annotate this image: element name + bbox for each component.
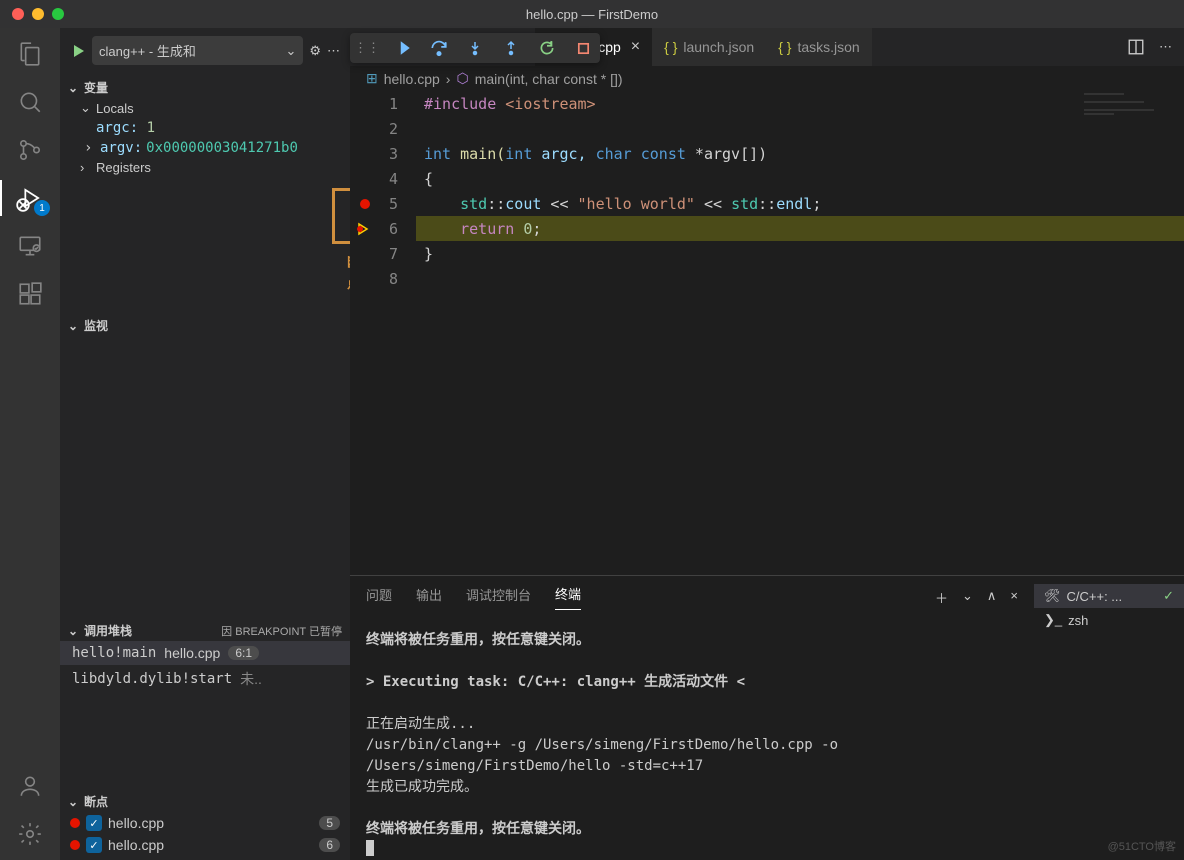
more-actions-icon[interactable]: ⋯ xyxy=(1159,39,1172,55)
titlebar: hello.cpp — FirstDemo xyxy=(0,0,1184,28)
bottom-panel: 问题 输出 调试控制台 终端 ＋ ⌄ ∧ × 终端将被任务重用，按任意键关闭。 … xyxy=(350,575,1184,860)
breakpoint-item-1[interactable]: ✓ hello.cpp 6 xyxy=(60,834,350,856)
account-icon[interactable] xyxy=(16,772,44,800)
window-title: hello.cpp — FirstDemo xyxy=(526,7,658,22)
terminal-item-0[interactable]: 🛠 C/C++: ... ✓ xyxy=(1034,584,1184,608)
cpp-file-icon: ⊞ xyxy=(366,70,378,87)
step-into-button[interactable] xyxy=(464,37,486,59)
restart-button[interactable] xyxy=(536,37,558,59)
breakpoint-marker[interactable] xyxy=(360,199,370,209)
explorer-icon[interactable] xyxy=(16,40,44,68)
terminal-item-1[interactable]: ❯_ zsh xyxy=(1034,608,1184,632)
tools-icon: 🛠 xyxy=(1044,588,1061,604)
panel-tab-problems[interactable]: 问题 xyxy=(366,585,392,610)
locals-scope[interactable]: ⌄Locals xyxy=(60,98,350,118)
window-maximize[interactable] xyxy=(52,8,64,20)
stack-frame-0[interactable]: hello!main hello.cpp 6:1 xyxy=(60,641,350,665)
editor-tabs: ⋮⋮ ⊞ hello.cpp × { } launch.json { } tas… xyxy=(350,28,1184,66)
step-over-button[interactable] xyxy=(428,37,450,59)
watermark: @51CTO博客 xyxy=(1108,838,1176,854)
breakpoint-item-0[interactable]: ✓ hello.cpp 5 xyxy=(60,812,350,834)
watch-section[interactable]: ⌄监视 xyxy=(60,315,350,336)
continue-button[interactable] xyxy=(392,37,414,59)
split-editor-icon[interactable] xyxy=(1127,38,1145,56)
new-terminal-button[interactable]: ＋ xyxy=(935,588,948,607)
debug-sidebar: clang++ - 生成和 ⌄ ⚙ ⋯ ⌄变量 ⌄Locals argc: 1 … xyxy=(60,28,350,860)
breakpoints-section[interactable]: ⌄断点 xyxy=(60,791,350,812)
panel-tab-debug-console[interactable]: 调试控制台 xyxy=(466,585,531,610)
settings-icon[interactable] xyxy=(16,820,44,848)
debug-config-select[interactable]: clang++ - 生成和 ⌄ xyxy=(92,36,303,65)
run-debug-icon[interactable]: 1 xyxy=(16,184,44,212)
search-icon[interactable] xyxy=(16,88,44,116)
close-panel-icon[interactable]: × xyxy=(1010,588,1018,607)
activity-bar: 1 xyxy=(0,28,60,860)
maximize-panel-icon[interactable]: ∧ xyxy=(987,588,997,607)
variable-argv[interactable]: ›argv: 0x00000003041271b0 xyxy=(60,138,350,158)
execution-pointer-icon xyxy=(356,221,372,237)
terminal-cursor xyxy=(366,840,374,856)
gear-icon[interactable]: ⚙ xyxy=(309,43,321,59)
callstack-section[interactable]: ⌄调用堆栈 xyxy=(68,622,132,639)
debug-config-label: clang++ - 生成和 xyxy=(99,41,196,60)
source-control-icon[interactable] xyxy=(16,136,44,164)
breakpoint-checkbox[interactable]: ✓ xyxy=(86,815,102,831)
panel-tab-terminal[interactable]: 终端 xyxy=(555,584,581,610)
chevron-down-icon: ⌄ xyxy=(285,43,296,59)
json-file-icon: { } xyxy=(778,39,791,55)
variable-argc[interactable]: argc: 1 xyxy=(60,118,350,138)
code-editor[interactable]: 1 2 3 4 5 6 7 8 #include <iostream> int … xyxy=(350,91,1184,575)
terminal-output[interactable]: 终端将被任务重用，按任意键关闭。 > Executing task: C/C++… xyxy=(350,618,1034,860)
tab-launch-json[interactable]: { } launch.json xyxy=(652,28,766,66)
extensions-icon[interactable] xyxy=(16,280,44,308)
variables-section[interactable]: ⌄变量 xyxy=(60,77,350,98)
start-debug-button[interactable] xyxy=(70,43,86,59)
tab-tasks-json[interactable]: { } tasks.json xyxy=(766,28,872,66)
remote-icon[interactable] xyxy=(16,232,44,260)
debug-toolbar: ⋮⋮ xyxy=(350,33,600,63)
debug-badge: 1 xyxy=(34,200,50,216)
terminal-icon: ❯_ xyxy=(1044,612,1062,628)
drag-handle-icon[interactable]: ⋮⋮ xyxy=(356,37,378,59)
terminal-list: 🛠 C/C++: ... ✓ ❯_ zsh xyxy=(1034,576,1184,860)
close-icon[interactable]: × xyxy=(631,38,640,56)
check-icon: ✓ xyxy=(1163,588,1174,604)
json-file-icon: { } xyxy=(664,39,677,55)
symbol-icon: ⬡ xyxy=(456,70,468,87)
minimap[interactable] xyxy=(1084,91,1184,151)
window-minimize[interactable] xyxy=(32,8,44,20)
stack-frame-1[interactable]: libdyld.dylib!start 未.. xyxy=(60,665,350,693)
panel-tab-output[interactable]: 输出 xyxy=(416,585,442,610)
registers-scope[interactable]: ›Registers xyxy=(60,158,350,177)
step-out-button[interactable] xyxy=(500,37,522,59)
callstack-status: 因 BREAKPOINT 已暂停 xyxy=(221,623,342,639)
breakpoint-dot-icon xyxy=(70,818,80,828)
stop-button[interactable] xyxy=(572,37,594,59)
more-icon[interactable]: ⋯ xyxy=(327,43,340,59)
window-close[interactable] xyxy=(12,8,24,20)
line-gutter[interactable]: 1 2 3 4 5 6 7 8 xyxy=(350,91,416,575)
breakpoint-checkbox[interactable]: ✓ xyxy=(86,837,102,853)
breakpoint-dot-icon xyxy=(70,840,80,850)
breadcrumb[interactable]: ⊞ hello.cpp › ⬡ main(int, char const * [… xyxy=(350,66,1184,91)
terminal-dropdown-icon[interactable]: ⌄ xyxy=(962,588,973,607)
